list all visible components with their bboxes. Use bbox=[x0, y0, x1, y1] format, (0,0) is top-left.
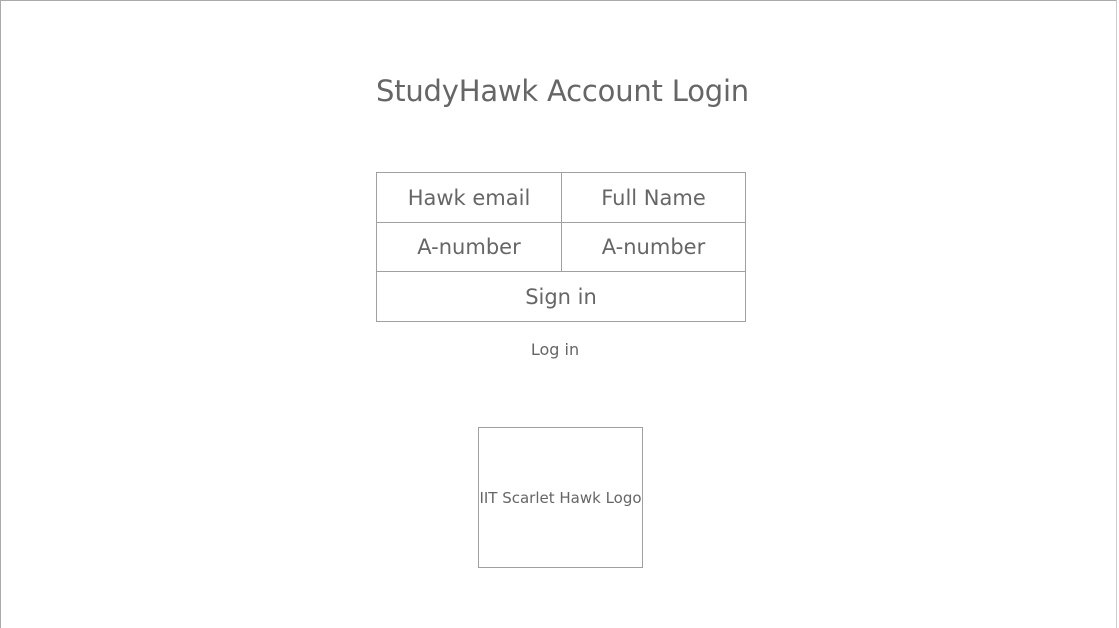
log-in-link[interactable]: Log in bbox=[376, 340, 734, 359]
scarlet-hawk-logo: IIT Scarlet Hawk Logo bbox=[478, 427, 643, 568]
a-number-field-left[interactable]: A-number bbox=[377, 222, 562, 271]
full-name-field[interactable]: Full Name bbox=[562, 173, 745, 222]
form-row-a-number: A-number A-number bbox=[377, 222, 745, 272]
form-row-sign-in: Sign in bbox=[377, 272, 745, 321]
form-row-email-name: Hawk email Full Name bbox=[377, 173, 745, 223]
logo-label: IIT Scarlet Hawk Logo bbox=[479, 488, 642, 507]
login-form: Hawk email Full Name A-number A-number S… bbox=[376, 172, 746, 322]
hawk-email-field[interactable]: Hawk email bbox=[377, 173, 562, 222]
page-title: StudyHawk Account Login bbox=[376, 74, 749, 108]
sign-in-button[interactable]: Sign in bbox=[377, 272, 745, 321]
a-number-field-right[interactable]: A-number bbox=[562, 222, 745, 271]
